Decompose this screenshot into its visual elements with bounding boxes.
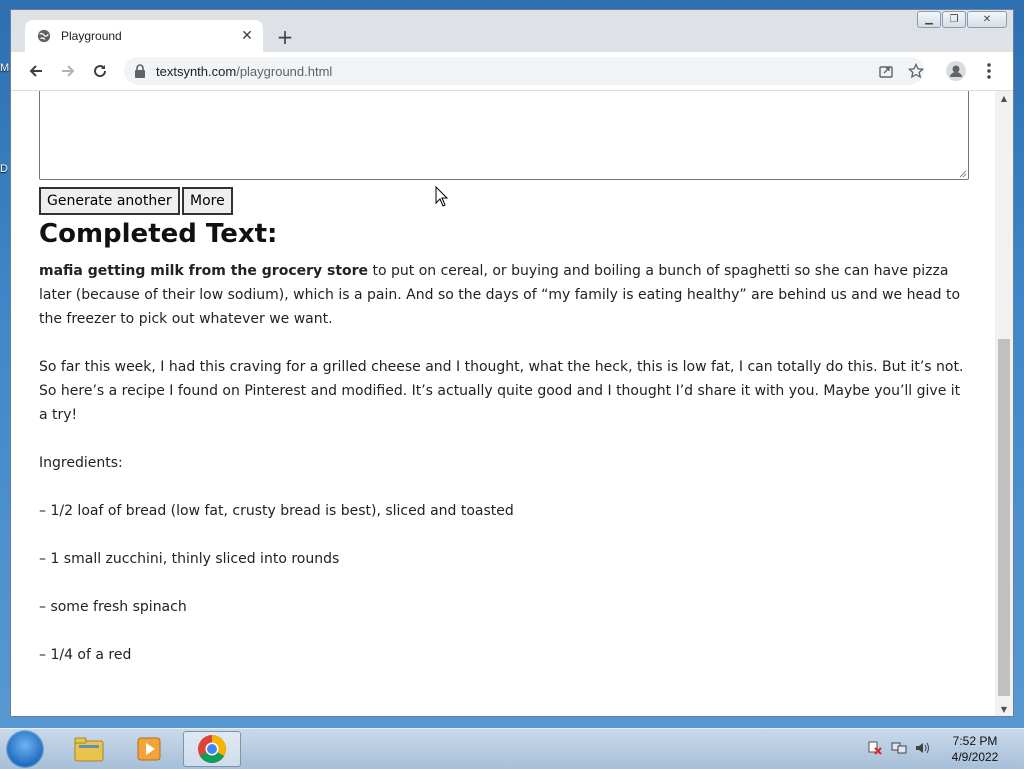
taskbar-media-player[interactable] xyxy=(120,731,178,767)
forward-arrow-icon xyxy=(62,65,75,77)
completion-paragraph: So far this week, I had this craving for… xyxy=(39,359,964,423)
tab-title: Playground xyxy=(61,29,122,43)
forward-button[interactable] xyxy=(56,59,80,83)
scroll-down-arrow-icon[interactable]: ▼ xyxy=(995,702,1013,716)
tab-playground[interactable]: Playground ✕ xyxy=(25,20,263,52)
generate-another-button[interactable]: Generate another xyxy=(39,187,180,215)
prompt-text: mafia getting milk from the grocery stor… xyxy=(39,263,369,279)
network-icon[interactable] xyxy=(890,739,908,757)
reload-button[interactable] xyxy=(88,59,112,83)
kebab-menu-icon xyxy=(987,63,991,79)
taskbar-explorer[interactable] xyxy=(60,731,118,767)
bookmark-star-icon[interactable] xyxy=(906,61,926,81)
browser-toolbar: textsynth.com/playground.html xyxy=(11,52,1013,91)
scrollbar-thumb[interactable] xyxy=(998,339,1010,696)
folder-icon xyxy=(74,737,104,762)
scroll-up-arrow-icon[interactable]: ▲ xyxy=(995,91,1013,105)
ingredient-item: – some fresh spinach xyxy=(39,599,187,615)
taskbar: 7:52 PM 4/9/2022 xyxy=(0,728,1024,769)
profile-avatar[interactable] xyxy=(944,59,968,83)
start-button[interactable] xyxy=(6,730,44,768)
more-button[interactable]: More xyxy=(182,187,233,215)
close-window-button[interactable]: ✕ xyxy=(967,11,1007,28)
minimize-button[interactable]: ▁ xyxy=(917,11,941,28)
volume-icon[interactable] xyxy=(913,739,931,757)
desktop-icon-label[interactable]: D xyxy=(0,163,8,175)
mouse-cursor-icon xyxy=(435,186,449,207)
browser-window: Playground ✕ + ▁ ❐ ✕ textsynth.com/playg… xyxy=(10,9,1014,717)
back-button[interactable] xyxy=(24,59,48,83)
prompt-textarea[interactable] xyxy=(39,91,969,180)
new-tab-button[interactable]: + xyxy=(273,25,297,49)
resize-grip-icon[interactable] xyxy=(959,170,967,178)
person-icon xyxy=(946,61,966,81)
close-tab-icon[interactable]: ✕ xyxy=(237,26,257,46)
completed-text: mafia getting milk from the grocery stor… xyxy=(39,259,969,691)
action-center-icon[interactable] xyxy=(866,739,884,757)
page-viewport: Generate another More Completed Text: ma… xyxy=(11,91,995,716)
completion-paragraph: mafia getting milk from the grocery stor… xyxy=(39,259,969,331)
globe-icon xyxy=(37,29,51,43)
lock-icon[interactable] xyxy=(134,64,146,78)
restore-button[interactable]: ❐ xyxy=(942,11,966,28)
media-player-icon xyxy=(137,737,161,761)
url-text: textsynth.com/playground.html xyxy=(156,63,333,79)
taskbar-chrome[interactable] xyxy=(183,731,241,767)
taskbar-clock[interactable]: 7:52 PM 4/9/2022 xyxy=(940,733,1010,765)
ingredient-item: – 1/4 of a red xyxy=(39,647,132,663)
completed-text-heading: Completed Text: xyxy=(39,219,278,249)
chrome-icon xyxy=(198,735,226,763)
window-controls: ▁ ❐ ✕ xyxy=(917,11,1007,28)
clock-date: 4/9/2022 xyxy=(951,750,999,764)
menu-button[interactable] xyxy=(977,59,1001,83)
ingredient-item: – 1 small zucchini, thinly sliced into r… xyxy=(39,551,340,567)
clock-time: 7:52 PM xyxy=(952,734,998,748)
share-icon[interactable] xyxy=(876,61,896,81)
ingredients-label: Ingredients: xyxy=(39,455,123,471)
reload-icon xyxy=(94,65,107,78)
vertical-scrollbar[interactable]: ▲ ▼ xyxy=(995,91,1013,716)
tab-strip: Playground ✕ + xyxy=(11,10,1013,52)
address-bar[interactable]: textsynth.com/playground.html xyxy=(124,57,924,85)
desktop-icon-label[interactable]: M xyxy=(0,62,9,74)
ingredient-item: – 1/2 loaf of bread (low fat, crusty bre… xyxy=(39,503,514,519)
back-arrow-icon xyxy=(29,65,42,77)
